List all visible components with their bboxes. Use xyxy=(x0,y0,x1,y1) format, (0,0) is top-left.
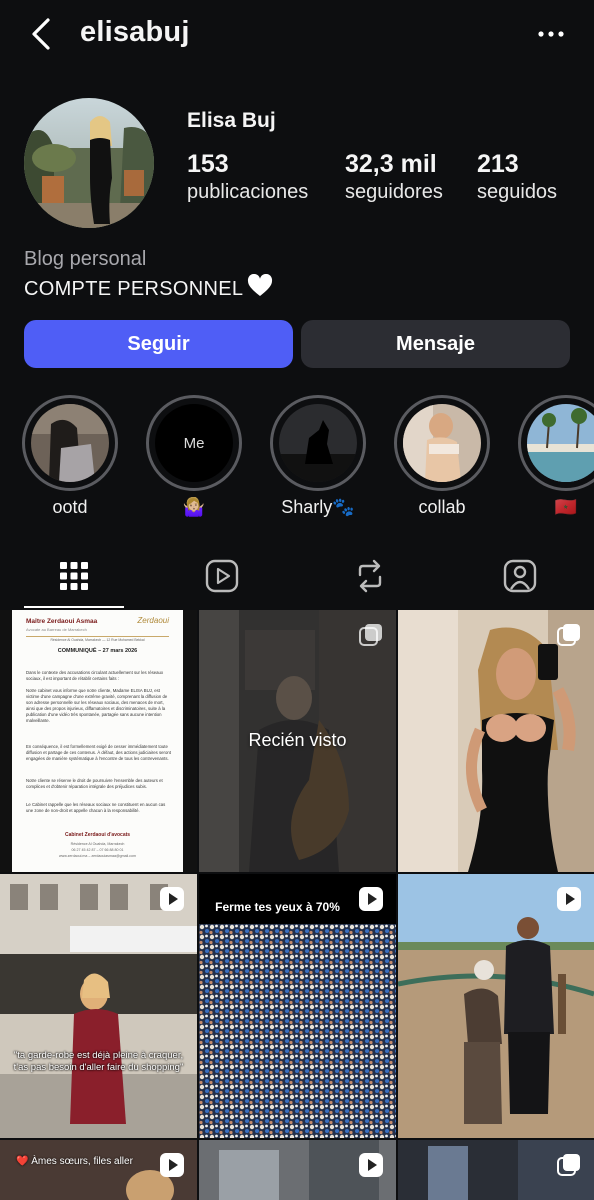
doc-paragraph: Dans le contexte des accusations circula… xyxy=(26,670,164,681)
grid-icon xyxy=(59,561,89,596)
street-photo-image xyxy=(0,874,197,1138)
followers-count: 32,3 mil xyxy=(345,150,437,178)
story-highlight[interactable]: collab xyxy=(394,395,490,518)
outdoor-photo-image xyxy=(398,874,594,1138)
reel-icon xyxy=(159,1152,185,1178)
highlight-label: ootd xyxy=(52,497,88,517)
highlight-cover xyxy=(31,404,109,482)
doc-footer-line: 06 27 45 42 87 – 07 66 88 80 01 xyxy=(71,848,124,852)
post-thumbnail[interactable]: ❤️ Àmes sœurs, files aller xyxy=(0,1140,197,1200)
following-count: 213 xyxy=(477,150,519,178)
profile-username: elisabuj xyxy=(80,16,190,48)
highlight-cover xyxy=(279,404,357,482)
highlight-ring xyxy=(270,395,366,491)
active-tab-indicator xyxy=(24,606,124,608)
tagged-icon xyxy=(503,559,537,598)
profile-category: Blog personal xyxy=(24,248,147,270)
highlight-label: collab xyxy=(418,497,466,517)
reel-icon xyxy=(159,886,185,912)
tab-tagged[interactable] xyxy=(446,548,594,608)
story-highlight[interactable]: Me 🤷🏼‍♀️ xyxy=(146,395,242,518)
reel-icon xyxy=(358,1152,384,1178)
bio-text: COMPTE PERSONNEL xyxy=(24,278,244,300)
doc-title: COMMUNIQUÉ – 27 mars 2026 xyxy=(57,648,138,654)
multi-photo-icon xyxy=(556,622,582,648)
posts-count: 153 xyxy=(187,150,229,178)
post-thumbnail[interactable]: Maître Zerdaoui Asmaa Avocate au Barreau… xyxy=(0,610,197,872)
post-thumbnail[interactable]: "ta garde-robe est déjà pleine à craquer… xyxy=(0,874,197,1138)
post-caption-overlay: ❤️ Àmes sœurs, files aller xyxy=(16,1156,133,1167)
doc-paragraph: Notre cabinet vous informe que notre cli… xyxy=(26,688,168,723)
highlight-label: Sharly🐾 xyxy=(281,497,355,517)
white-heart-icon xyxy=(247,273,273,304)
doc-signature: Cabinet Zerdaoui d'avocats xyxy=(64,832,131,838)
multi-photo-icon xyxy=(556,1152,582,1178)
post-thumbnail[interactable] xyxy=(398,874,594,1138)
doc-firm-logo: Zerdaoui xyxy=(137,616,169,625)
tab-reposts[interactable] xyxy=(296,548,444,608)
message-button[interactable]: Mensaje xyxy=(301,320,570,368)
post-thumbnail[interactable] xyxy=(398,1140,594,1200)
followers-count-stat[interactable]: 32,3 mil seguidores xyxy=(345,150,443,204)
story-highlight[interactable]: 🇲🇦 xyxy=(518,395,594,518)
follow-button[interactable]: Seguir xyxy=(24,320,293,368)
multi-photo-icon xyxy=(358,622,384,648)
post-thumbnail[interactable]: Ferme tes yeux à 70% xyxy=(199,874,396,1138)
reel-icon xyxy=(358,886,384,912)
mirror-selfie-image xyxy=(398,610,594,872)
post-thumbnail[interactable] xyxy=(398,610,594,872)
post-thumbnail[interactable]: Recién visto xyxy=(199,610,396,872)
reposts-icon xyxy=(354,559,386,598)
highlight-ring xyxy=(394,395,490,491)
highlight-cover: Me xyxy=(155,404,233,482)
following-count-stat[interactable]: 213 seguidos xyxy=(477,150,557,204)
back-arrow-icon[interactable] xyxy=(26,16,58,52)
highlight-label: 🤷🏼‍♀️ xyxy=(182,497,206,517)
highlight-label: 🇲🇦 xyxy=(554,497,578,517)
story-highlight[interactable]: Sharly🐾 xyxy=(270,395,366,518)
doc-footer-line: Résidence Al Ouahda, Marrakech xyxy=(70,842,125,846)
doc-footer-line: www.zerdaoui.ma – zerdaouiasmaa@gmail.co… xyxy=(59,854,136,858)
doc-paragraph: Notre cliente se réserve le droit de pou… xyxy=(26,778,163,789)
more-options-icon[interactable] xyxy=(536,24,566,44)
profile-avatar[interactable] xyxy=(24,98,154,228)
doc-paragraph: En conséquence, il est formellement exig… xyxy=(26,744,171,761)
highlight-cover xyxy=(403,404,481,482)
tab-reels[interactable] xyxy=(148,548,296,608)
doc-address: Résidence Al Ouahda, Marrakech — 12 Rue … xyxy=(50,638,145,642)
post-caption-overlay: Ferme tes yeux à 70% xyxy=(215,900,340,914)
doc-firm-subtitle: Avocate au Barreau de Marrakech xyxy=(26,627,87,632)
reels-icon xyxy=(205,559,239,598)
post-thumbnail[interactable] xyxy=(199,1140,396,1200)
post-caption-overlay: "ta garde-robe est déjà pleine à craquer… xyxy=(13,1050,184,1073)
top-bar: elisabuj xyxy=(0,0,594,70)
recently-seen-label: Recién visto xyxy=(248,730,347,750)
tab-posts-grid[interactable] xyxy=(0,548,148,608)
reel-icon xyxy=(556,886,582,912)
highlight-ring xyxy=(518,395,594,491)
doc-firm-name: Maître Zerdaoui Asmaa xyxy=(26,618,98,625)
highlight-ring: Me xyxy=(146,395,242,491)
posts-grid: Maître Zerdaoui Asmaa Avocate au Barreau… xyxy=(0,610,594,1200)
followers-label: seguidores xyxy=(345,181,443,203)
posts-label: publicaciones xyxy=(187,181,309,203)
profile-tabs xyxy=(0,548,594,610)
profile-bio: COMPTE PERSONNEL xyxy=(24,273,273,304)
highlight-cover xyxy=(527,404,594,482)
doc-paragraph: Le Cabinet rappelle que les réseaux soci… xyxy=(26,802,166,813)
legal-document-image: Maître Zerdaoui Asmaa Avocate au Barreau… xyxy=(12,610,183,872)
following-label: seguidos xyxy=(477,181,558,203)
doc-divider xyxy=(26,636,169,637)
profile-display-name: Elisa Buj xyxy=(187,109,276,132)
posts-count-stat: 153 publicaciones xyxy=(187,150,308,204)
story-highlight[interactable]: ootd xyxy=(22,395,118,518)
highlight-ring xyxy=(22,395,118,491)
highlight-cover-text: Me xyxy=(183,434,205,452)
